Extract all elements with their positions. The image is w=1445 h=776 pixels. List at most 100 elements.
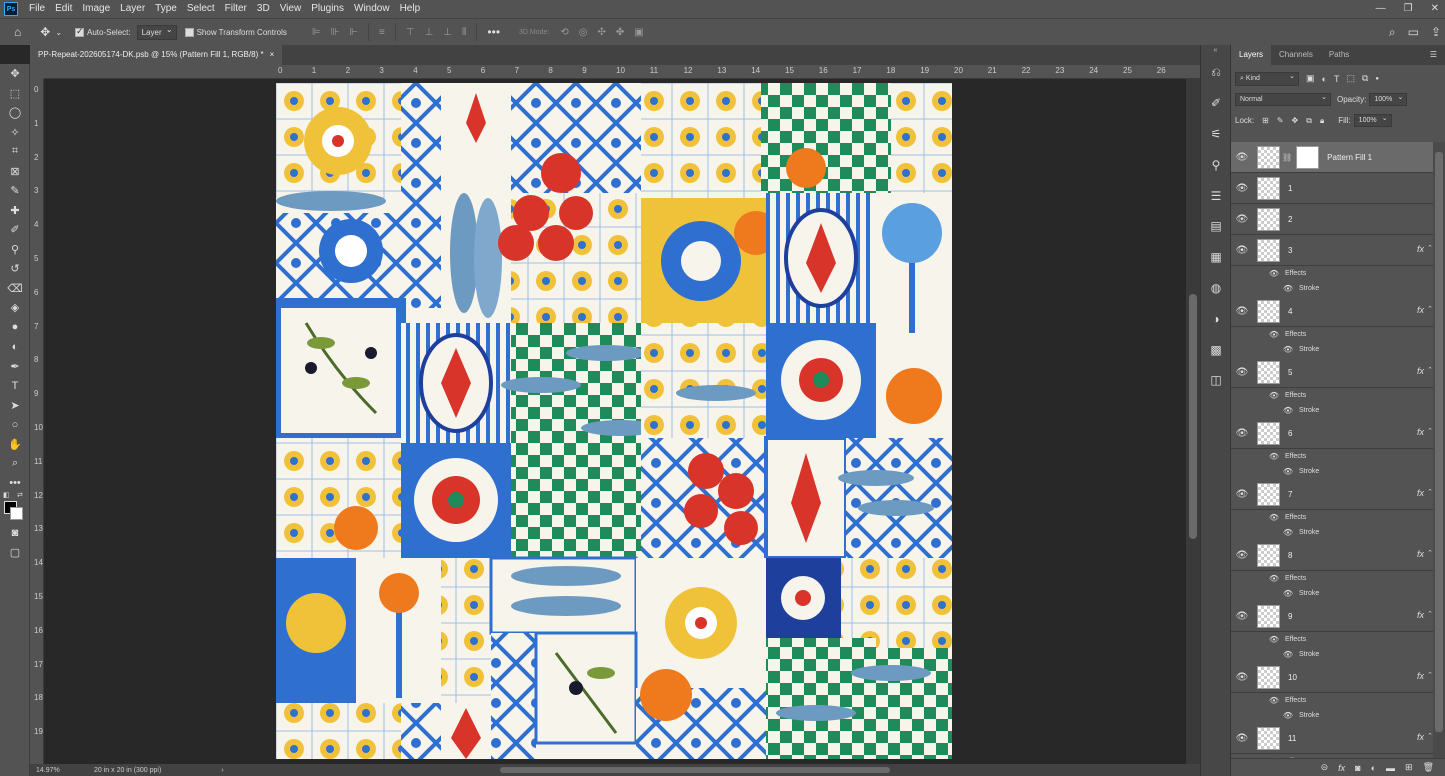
add-mask-icon[interactable]: ◙: [1355, 763, 1360, 773]
layer-name[interactable]: 2: [1288, 215, 1292, 224]
menu-plugins[interactable]: Plugins: [306, 0, 349, 18]
history-panel-icon[interactable]: ⎌: [1201, 57, 1231, 88]
color-swatches[interactable]: ◧ ⇄: [0, 491, 30, 523]
quick-mask-icon[interactable]: ◙: [0, 523, 30, 543]
3d-panel-icon[interactable]: ◍: [1201, 273, 1231, 304]
align-left-icon[interactable]: ⊫: [312, 27, 321, 38]
mask-link-icon[interactable]: ⛓︎: [1282, 153, 1292, 162]
channels-panel-icon[interactable]: ▩: [1201, 334, 1231, 365]
distribute-icon[interactable]: ≡: [379, 27, 385, 38]
layer-name[interactable]: Pattern Fill 1: [1327, 153, 1372, 162]
dodge-tool-icon[interactable]: ◐: [0, 337, 30, 357]
restore-button[interactable]: ❐: [1404, 0, 1413, 18]
lock-artboard-icon[interactable]: ⧉: [1306, 116, 1312, 126]
minimize-button[interactable]: —: [1376, 0, 1386, 18]
visibility-eye-icon[interactable]: 👁︎: [1231, 733, 1253, 744]
status-menu-arrow[interactable]: ›: [221, 767, 223, 774]
layer-row[interactable]: 👁︎ 11 fx ⌃: [1231, 723, 1434, 754]
share-icon[interactable]: ⇪: [1431, 19, 1441, 46]
default-colors-icon[interactable]: ◧: [3, 491, 10, 499]
frame-tool-icon[interactable]: ⊠: [0, 162, 30, 182]
menu-select[interactable]: Select: [182, 0, 220, 18]
vertical-scroll-thumb[interactable]: [1189, 294, 1197, 539]
layer-row[interactable]: 👁︎ 7 fx ⌃: [1231, 479, 1434, 510]
stroke-effect-row[interactable]: 👁︎Stroke: [1231, 281, 1434, 296]
zoom-tool-icon[interactable]: ⌕: [0, 454, 30, 474]
close-tab-icon[interactable]: ×: [270, 45, 275, 65]
effects-row[interactable]: 👁︎Effects: [1231, 266, 1434, 281]
horizontal-scroll-thumb[interactable]: [500, 767, 890, 773]
tab-layers[interactable]: Layers: [1231, 45, 1272, 65]
layer-mask-thumbnail[interactable]: [1296, 145, 1320, 169]
layer-row[interactable]: 👁︎ 3 fx ⌃: [1231, 235, 1434, 266]
layer-name[interactable]: 5: [1288, 368, 1292, 377]
menu-view[interactable]: View: [275, 0, 307, 18]
eyedropper-icon[interactable]: ✎: [0, 181, 30, 201]
effects-row[interactable]: 👁︎Effects: [1231, 632, 1434, 647]
stroke-visibility-icon[interactable]: 👁︎: [1277, 345, 1299, 354]
delete-layer-icon[interactable]: 🗑︎: [1423, 762, 1434, 773]
layers-scrollbar[interactable]: [1433, 142, 1445, 762]
menu-image[interactable]: Image: [77, 0, 115, 18]
layer-row[interactable]: 👁︎ 1: [1231, 173, 1434, 204]
visibility-eye-icon[interactable]: 👁︎: [1231, 152, 1253, 163]
visibility-eye-icon[interactable]: 👁︎: [1231, 489, 1253, 500]
menu-window[interactable]: Window: [349, 0, 395, 18]
layer-row[interactable]: 👁︎ 4 fx ⌃: [1231, 296, 1434, 327]
history-brush-icon[interactable]: ↺: [0, 259, 30, 279]
layer-effects-icon[interactable]: fx: [1417, 671, 1424, 681]
marquee-tool-icon[interactable]: ⬚: [0, 84, 30, 104]
properties-icon[interactable]: ☰: [1201, 180, 1231, 211]
swatches-panel-icon[interactable]: ▦: [1201, 242, 1231, 273]
stroke-effect-row[interactable]: 👁︎Stroke: [1231, 403, 1434, 418]
stroke-visibility-icon[interactable]: 👁︎: [1277, 284, 1299, 293]
paint-bucket-icon[interactable]: ◈: [0, 298, 30, 318]
workspace-icon[interactable]: ▭: [1408, 19, 1419, 46]
effects-visibility-icon[interactable]: 👁︎: [1263, 513, 1285, 522]
effects-row[interactable]: 👁︎Effects: [1231, 571, 1434, 586]
menu-3d[interactable]: 3D: [252, 0, 275, 18]
align-top-icon[interactable]: ⊤: [406, 27, 415, 38]
background-color-swatch[interactable]: [10, 507, 23, 520]
canvas-area[interactable]: [44, 79, 1186, 764]
3d-orbit-icon[interactable]: ⟲: [560, 27, 568, 38]
document-canvas[interactable]: [276, 83, 952, 759]
tab-paths[interactable]: Paths: [1321, 45, 1357, 65]
stroke-visibility-icon[interactable]: 👁︎: [1277, 711, 1299, 720]
layer-name[interactable]: 3: [1288, 246, 1292, 255]
layers-scroll-thumb[interactable]: [1435, 152, 1443, 732]
layer-effects-icon[interactable]: fx: [1417, 610, 1424, 620]
layer-row[interactable]: 👁︎ 5 fx ⌃: [1231, 357, 1434, 388]
layer-effects-icon[interactable]: fx: [1417, 732, 1424, 742]
filter-shape-icon[interactable]: ⬚: [1346, 73, 1355, 84]
visibility-eye-icon[interactable]: 👁︎: [1231, 245, 1253, 256]
filter-toggle-icon[interactable]: ●: [1375, 76, 1379, 82]
tab-channels[interactable]: Channels: [1271, 45, 1321, 65]
blend-mode-dropdown[interactable]: Normal: [1235, 93, 1331, 106]
filter-kind-dropdown[interactable]: ⌕ Kind: [1235, 71, 1299, 86]
path-select-icon[interactable]: ➤: [0, 396, 30, 416]
layer-name[interactable]: 1: [1288, 184, 1292, 193]
vertical-ruler[interactable]: 0 1 2 3 4 5 6 7 8 9 10 11 12 13 14 15 16 17 18 19: [30, 79, 44, 764]
panel-menu-icon[interactable]: ☰: [1430, 45, 1437, 65]
new-group-icon[interactable]: ▬: [1386, 763, 1395, 773]
effects-visibility-icon[interactable]: 👁︎: [1263, 269, 1285, 278]
effects-visibility-icon[interactable]: 👁︎: [1263, 635, 1285, 644]
stroke-effect-row[interactable]: 👁︎Stroke: [1231, 708, 1434, 723]
filter-adjustment-icon[interactable]: ◐: [1322, 74, 1327, 84]
pen-tool-icon[interactable]: ✒: [0, 357, 30, 377]
stroke-visibility-icon[interactable]: 👁︎: [1277, 589, 1299, 598]
visibility-eye-icon[interactable]: 👁︎: [1231, 611, 1253, 622]
menu-edit[interactable]: Edit: [50, 0, 77, 18]
align-right-icon[interactable]: ⊩: [349, 27, 358, 38]
visibility-eye-icon[interactable]: 👁︎: [1231, 214, 1253, 225]
visibility-eye-icon[interactable]: 👁︎: [1231, 183, 1253, 194]
eraser-icon[interactable]: ⌫: [0, 279, 30, 299]
auto-select-checkbox[interactable]: [75, 26, 85, 37]
visibility-eye-icon[interactable]: 👁︎: [1231, 306, 1253, 317]
brush-panel-icon[interactable]: ✐: [1201, 88, 1231, 119]
visibility-eye-icon[interactable]: 👁︎: [1231, 550, 1253, 561]
menu-file[interactable]: File: [24, 0, 50, 18]
layer-name[interactable]: 11: [1288, 734, 1296, 743]
stroke-visibility-icon[interactable]: 👁︎: [1277, 528, 1299, 537]
